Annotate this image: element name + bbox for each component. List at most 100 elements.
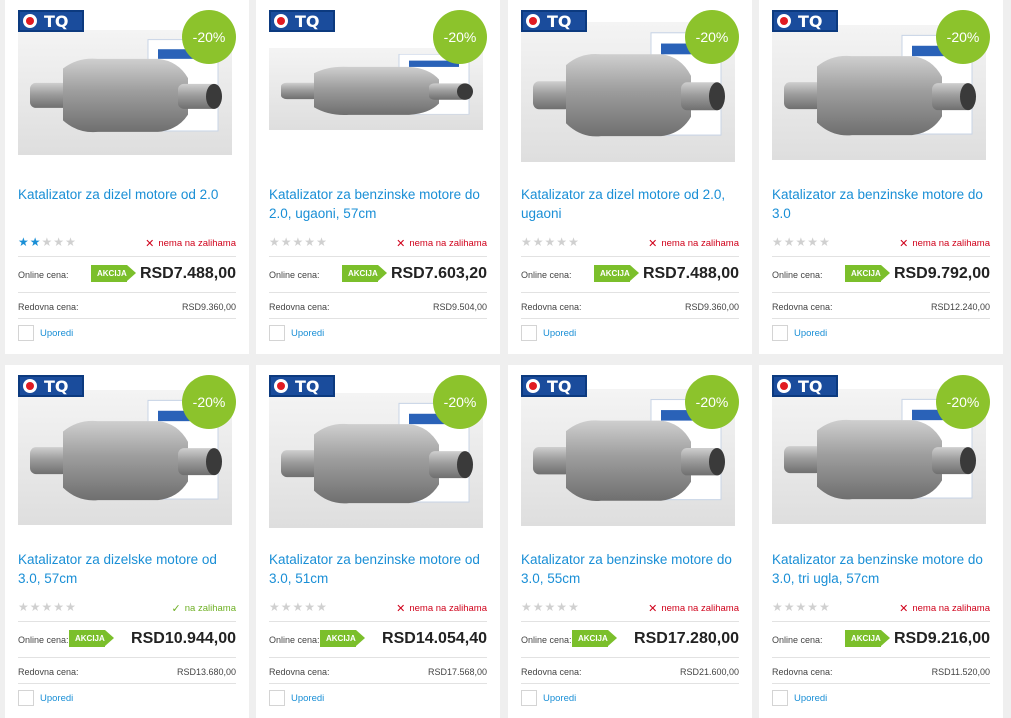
- compare-checkbox[interactable]: [269, 690, 285, 706]
- compare-checkbox[interactable]: [521, 325, 537, 341]
- product-title-link[interactable]: Katalizator za benzinske motore do 2.0, …: [269, 185, 491, 223]
- star-icon[interactable]: ★: [533, 236, 544, 248]
- rating-stars[interactable]: ★ ★ ★ ★ ★: [269, 236, 327, 248]
- star-icon[interactable]: ★: [819, 236, 830, 248]
- product-image[interactable]: TQ -20%: [18, 10, 236, 160]
- product-card[interactable]: TQ -20% Katalizator za benzinske motore …: [256, 0, 500, 354]
- product-title-link[interactable]: Katalizator za dizelske motore od 3.0, 5…: [18, 550, 240, 588]
- compare-toggle[interactable]: Uporedi: [772, 690, 827, 706]
- product-image[interactable]: TQ -20%: [772, 10, 990, 160]
- compare-checkbox[interactable]: [18, 690, 34, 706]
- star-icon[interactable]: ★: [269, 601, 280, 613]
- compare-toggle[interactable]: Uporedi: [521, 690, 576, 706]
- compare-toggle[interactable]: Uporedi: [521, 325, 576, 341]
- compare-checkbox[interactable]: [772, 325, 788, 341]
- compare-toggle[interactable]: Uporedi: [772, 325, 827, 341]
- product-title-link[interactable]: Katalizator za dizel motore od 2.0: [18, 185, 240, 204]
- star-icon[interactable]: ★: [65, 236, 76, 248]
- product-image[interactable]: TQ -20%: [18, 375, 236, 525]
- compare-checkbox[interactable]: [269, 325, 285, 341]
- compare-toggle[interactable]: Uporedi: [269, 690, 324, 706]
- rating-stars[interactable]: ★ ★ ★ ★ ★: [18, 601, 76, 613]
- star-icon[interactable]: ★: [304, 236, 315, 248]
- rating-stars[interactable]: ★ ★ ★ ★ ★: [521, 236, 579, 248]
- compare-toggle[interactable]: Uporedi: [269, 325, 324, 341]
- product-title-link[interactable]: Katalizator za benzinske motore do 3.0: [772, 185, 994, 223]
- product-title-link[interactable]: Katalizator za benzinske motore do 3.0, …: [772, 550, 994, 588]
- star-icon[interactable]: ★: [545, 601, 556, 613]
- compare-toggle[interactable]: Uporedi: [18, 325, 73, 341]
- divider: [269, 318, 487, 319]
- product-image[interactable]: TQ -20%: [269, 375, 487, 528]
- star-icon[interactable]: ★: [772, 601, 783, 613]
- star-icon[interactable]: ★: [772, 236, 783, 248]
- star-icon[interactable]: ★: [556, 236, 567, 248]
- star-icon[interactable]: ★: [18, 601, 29, 613]
- divider: [18, 292, 236, 293]
- star-icon[interactable]: ★: [53, 601, 64, 613]
- star-icon[interactable]: ★: [281, 236, 292, 248]
- product-image[interactable]: TQ -20%: [521, 375, 739, 526]
- star-icon[interactable]: ★: [521, 601, 532, 613]
- star-icon[interactable]: ★: [30, 236, 41, 248]
- star-icon[interactable]: ★: [281, 601, 292, 613]
- star-icon[interactable]: ★: [807, 601, 818, 613]
- star-icon[interactable]: ★: [568, 236, 579, 248]
- compare-checkbox[interactable]: [521, 690, 537, 706]
- product-card[interactable]: TQ -20% Katalizator za benzinske motore …: [759, 0, 1003, 354]
- compare-label[interactable]: Uporedi: [543, 328, 576, 339]
- star-icon[interactable]: ★: [42, 601, 53, 613]
- star-icon[interactable]: ★: [796, 601, 807, 613]
- star-icon[interactable]: ★: [556, 601, 567, 613]
- rating-stars[interactable]: ★ ★ ★ ★ ★: [772, 236, 830, 248]
- product-card[interactable]: TQ -20% Katalizator za benzinske motore …: [256, 365, 500, 718]
- rating-stars[interactable]: ★ ★ ★ ★ ★: [521, 601, 579, 613]
- compare-checkbox[interactable]: [772, 690, 788, 706]
- star-icon[interactable]: ★: [293, 601, 304, 613]
- product-card[interactable]: TQ -20% Katalizator za benzinske motore …: [508, 365, 752, 718]
- product-image[interactable]: TQ -20%: [269, 10, 487, 160]
- compare-label[interactable]: Uporedi: [543, 693, 576, 704]
- compare-checkbox[interactable]: [18, 325, 34, 341]
- star-icon[interactable]: ★: [293, 236, 304, 248]
- star-icon[interactable]: ★: [784, 601, 795, 613]
- compare-label[interactable]: Uporedi: [291, 328, 324, 339]
- product-image[interactable]: TQ -20%: [521, 10, 739, 162]
- star-icon[interactable]: ★: [533, 601, 544, 613]
- rating-stars[interactable]: ★ ★ ★ ★ ★: [269, 601, 327, 613]
- compare-label[interactable]: Uporedi: [794, 693, 827, 704]
- star-icon[interactable]: ★: [796, 236, 807, 248]
- compare-label[interactable]: Uporedi: [40, 328, 73, 339]
- product-title-link[interactable]: Katalizator za benzinske motore od 3.0, …: [269, 550, 491, 588]
- star-icon[interactable]: ★: [521, 236, 532, 248]
- product-title-link[interactable]: Katalizator za benzinske motore do 3.0, …: [521, 550, 743, 588]
- stock-status: ✕ nema na zalihama: [396, 602, 487, 615]
- star-icon[interactable]: ★: [316, 236, 327, 248]
- star-icon[interactable]: ★: [18, 236, 29, 248]
- star-icon[interactable]: ★: [819, 601, 830, 613]
- star-icon[interactable]: ★: [53, 236, 64, 248]
- product-image[interactable]: TQ -20%: [772, 375, 990, 525]
- rating-stars[interactable]: ★ ★ ★ ★ ★: [18, 236, 76, 248]
- compare-label[interactable]: Uporedi: [794, 328, 827, 339]
- compare-label[interactable]: Uporedi: [291, 693, 324, 704]
- product-card[interactable]: TQ -20% Katalizator za benzinske motore …: [759, 365, 1003, 718]
- rating-stars[interactable]: ★ ★ ★ ★ ★: [772, 601, 830, 613]
- star-icon[interactable]: ★: [269, 236, 280, 248]
- product-card[interactable]: TQ -20% Katalizator za dizel motore od 2…: [508, 0, 752, 354]
- star-icon[interactable]: ★: [784, 236, 795, 248]
- product-card[interactable]: TQ -20% Katalizator za dizelske motore o…: [5, 365, 249, 718]
- star-icon[interactable]: ★: [545, 236, 556, 248]
- star-icon[interactable]: ★: [65, 601, 76, 613]
- star-icon[interactable]: ★: [316, 601, 327, 613]
- star-icon[interactable]: ★: [30, 601, 41, 613]
- compare-label[interactable]: Uporedi: [40, 693, 73, 704]
- star-icon[interactable]: ★: [807, 236, 818, 248]
- product-card[interactable]: TQ -20% Katalizator za dizel motore od 2…: [5, 0, 249, 354]
- star-icon[interactable]: ★: [304, 601, 315, 613]
- product-title-link[interactable]: Katalizator za dizel motore od 2.0, ugao…: [521, 185, 743, 223]
- compare-toggle[interactable]: Uporedi: [18, 690, 73, 706]
- star-icon[interactable]: ★: [42, 236, 53, 248]
- star-icon[interactable]: ★: [568, 601, 579, 613]
- regular-price-label: Redovna cena:: [269, 667, 330, 677]
